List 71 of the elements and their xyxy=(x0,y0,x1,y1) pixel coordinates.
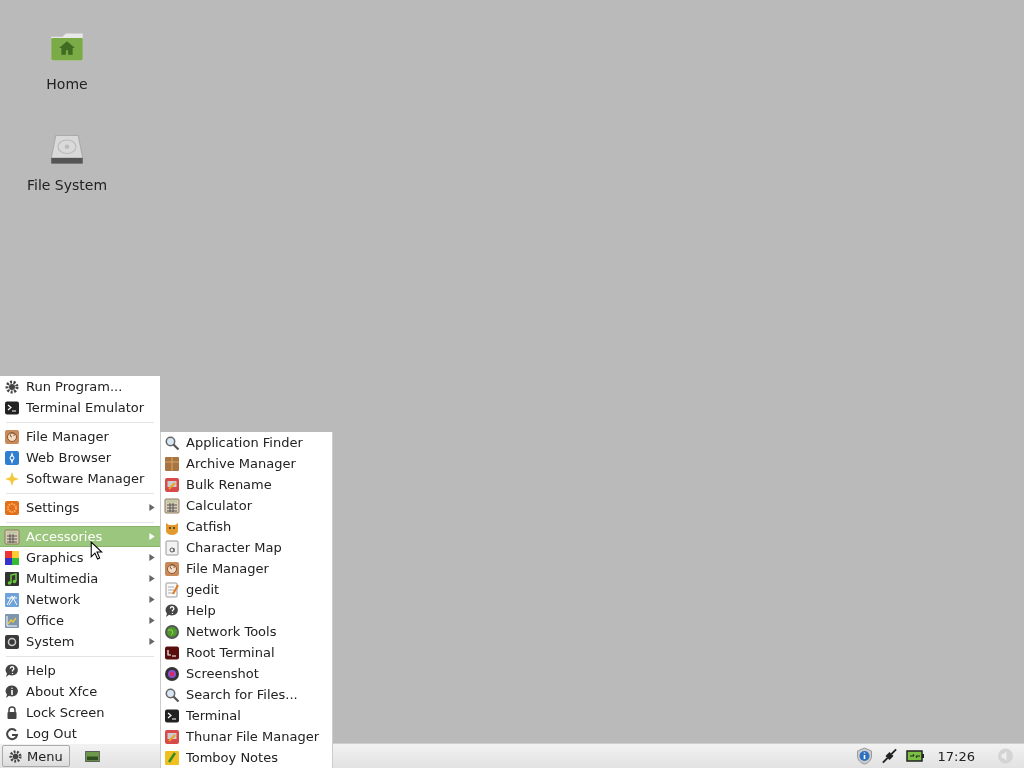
menu-item[interactable]: Terminal xyxy=(161,705,332,726)
terminal-icon xyxy=(4,399,20,416)
menu-item[interactable]: About Xfce xyxy=(0,681,160,702)
menu-item[interactable]: Graphics xyxy=(0,547,160,568)
menu-item[interactable]: Settings xyxy=(0,497,160,518)
gear-icon xyxy=(4,378,20,395)
help-icon xyxy=(4,662,20,679)
menu-item[interactable]: Network xyxy=(0,589,160,610)
menu-item[interactable]: Archive Manager xyxy=(161,453,332,474)
calculator-icon xyxy=(4,528,20,545)
menu-item[interactable]: Software Manager xyxy=(0,468,160,489)
gear-icon xyxy=(4,499,20,516)
globe-icon xyxy=(164,623,180,640)
desktop-icon-label[interactable]: File System xyxy=(26,177,108,193)
menu-item[interactable]: File Manager xyxy=(0,426,160,447)
menu-item[interactable]: Bulk Rename xyxy=(161,474,332,495)
menu-item[interactable]: Screenshot xyxy=(161,663,332,684)
box-icon xyxy=(164,455,180,472)
clock[interactable]: 17:26 xyxy=(937,748,975,764)
menu-item[interactable]: Help xyxy=(0,660,160,681)
notepad-icon xyxy=(164,581,180,598)
pencil-icon xyxy=(164,749,180,766)
camera-icon xyxy=(164,665,180,682)
info-icon xyxy=(4,683,20,700)
shell-icon xyxy=(4,428,20,445)
menu-item[interactable]: System xyxy=(0,631,160,652)
menu-item[interactable]: Catfish xyxy=(161,516,332,537)
menu-item[interactable]: Help xyxy=(161,600,332,621)
menu-item[interactable]: Root Terminal xyxy=(161,642,332,663)
menu-item[interactable]: Multimedia xyxy=(0,568,160,589)
mouse-pointer-icon xyxy=(90,541,103,560)
network-icon xyxy=(4,591,20,608)
desktop-icon-label[interactable]: Home xyxy=(46,76,88,92)
menu-item[interactable]: Lock Screen xyxy=(0,702,160,723)
color-palette-icon xyxy=(4,549,20,566)
terminal-icon xyxy=(164,644,180,661)
battery-icon[interactable] xyxy=(905,750,924,762)
file-cabinet-icon xyxy=(164,476,180,493)
logout-icon xyxy=(4,725,20,742)
menu-button[interactable]: Menu xyxy=(2,745,70,767)
shield-info-icon[interactable] xyxy=(855,747,873,765)
menu-item[interactable]: Terminal Emulator xyxy=(0,397,160,418)
search-icon xyxy=(164,686,180,703)
menu-item[interactable]: Web Browser xyxy=(0,447,160,468)
file-cabinet-icon xyxy=(164,728,180,745)
menu-item[interactable]: Calculator xyxy=(161,495,332,516)
calculator-icon xyxy=(164,497,180,514)
menu-item[interactable]: Network Tools xyxy=(161,621,332,642)
search-icon xyxy=(164,434,180,451)
show-desktop-icon[interactable] xyxy=(84,750,100,762)
menu-item[interactable]: Office xyxy=(0,610,160,631)
menu-item[interactable]: Tomboy Notes xyxy=(161,747,332,768)
music-note-icon xyxy=(4,570,20,587)
menu-item[interactable]: Character Map xyxy=(161,537,332,558)
menu-item[interactable]: Thunar File Manager xyxy=(161,726,332,747)
gear-icon xyxy=(8,748,23,764)
shell-icon xyxy=(164,560,180,577)
menu-item[interactable]: File Manager xyxy=(161,558,332,579)
terminal-icon xyxy=(164,707,180,724)
menu-item[interactable]: Log Out xyxy=(0,723,160,744)
compass-icon xyxy=(4,449,20,466)
menu-item[interactable]: Search for Files... xyxy=(161,684,332,705)
menu-item[interactable]: Run Program... xyxy=(0,376,160,397)
menu-item[interactable]: gedit xyxy=(161,579,332,600)
star-icon xyxy=(4,470,20,487)
menu-item[interactable]: Application Finder xyxy=(161,432,332,453)
help-icon xyxy=(164,602,180,619)
chart-icon xyxy=(4,612,20,629)
power-plug-icon[interactable] xyxy=(880,747,898,765)
character-icon xyxy=(164,539,180,556)
settings-icon xyxy=(4,633,20,650)
